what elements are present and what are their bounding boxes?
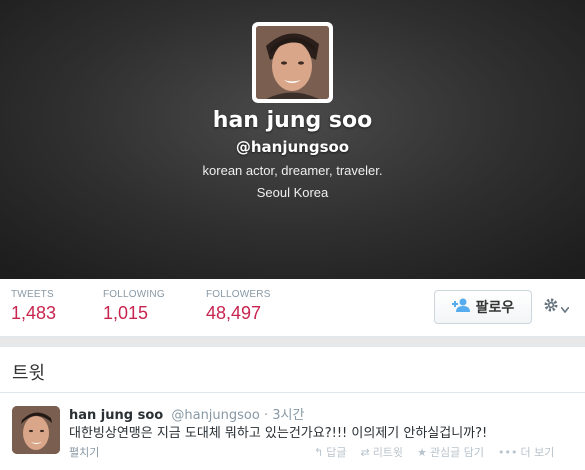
profile-handle[interactable]: @hanjungsoo xyxy=(0,138,585,156)
settings-dropdown[interactable] xyxy=(543,296,575,318)
stat-following-label: FOLLOWING xyxy=(103,289,165,300)
profile-header: han jung soo @hanjungsoo korean actor, d… xyxy=(0,0,585,279)
stat-following-value: 1,015 xyxy=(103,303,149,323)
profile-bio: korean actor, dreamer, traveler. xyxy=(202,163,383,178)
star-icon: ★ xyxy=(417,445,427,459)
more-label: 더 보기 xyxy=(520,446,555,459)
tweet-actions: ↰ 답글 ⇄ 리트윗 ★ 관심글 담기 ••• 더 보기 xyxy=(314,444,554,460)
retweet-action[interactable]: ⇄ 리트윗 xyxy=(360,444,403,460)
avatar-photo xyxy=(256,26,329,99)
reply-icon: ↰ xyxy=(314,445,324,459)
stat-tweets-value: 1,483 xyxy=(11,303,57,323)
stat-tweets-label: TWEETS xyxy=(11,289,54,300)
favorite-label: 관심글 담기 xyxy=(429,446,485,459)
chevron-down-icon xyxy=(560,298,570,317)
stat-followers-label: FOLLOWERS xyxy=(206,289,271,300)
stat-following[interactable]: FOLLOWING 1,015 xyxy=(103,289,165,324)
more-action[interactable]: ••• 더 보기 xyxy=(498,444,554,460)
stat-followers[interactable]: FOLLOWERS 48,497 xyxy=(206,289,271,324)
reply-label: 답글 xyxy=(326,446,347,459)
tweet-author[interactable]: han jung soo @hanjungsoo · 3시간 xyxy=(69,404,304,423)
stat-tweets[interactable]: TWEETS 1,483 xyxy=(11,289,56,324)
tweet-item[interactable]: han jung soo @hanjungsoo · 3시간 대한빙상연맹은 지… xyxy=(0,346,585,469)
profile-name: han jung soo xyxy=(212,108,373,133)
retweet-icon: ⇄ xyxy=(360,445,370,459)
tweet-author-handle: @hanjungsoo xyxy=(171,408,260,423)
gear-icon xyxy=(543,297,559,317)
add-user-icon xyxy=(451,298,470,316)
tweet-timestamp[interactable]: · 3시간 xyxy=(264,408,304,423)
follow-button-label: 팔로우 xyxy=(475,300,515,316)
follow-button[interactable]: 팔로우 xyxy=(434,290,532,324)
tweet-author-name: han jung soo xyxy=(69,408,164,423)
profile-avatar[interactable] xyxy=(252,22,333,103)
more-icon: ••• xyxy=(498,445,518,459)
stat-followers-value: 48,497 xyxy=(206,303,262,323)
tweet-expand-link[interactable]: 펼치기 xyxy=(69,444,99,460)
profile-location: Seoul Korea xyxy=(256,185,329,200)
tweet-text: 대한빙상연맹은 지금 도대체 뭐하고 있는건가요?!!! 이의제기 안하실겁니까… xyxy=(69,426,488,441)
tweet-avatar[interactable] xyxy=(12,406,60,454)
retweet-label: 리트윗 xyxy=(372,446,404,459)
reply-action[interactable]: ↰ 답글 xyxy=(314,444,346,460)
favorite-action[interactable]: ★ 관심글 담기 xyxy=(417,444,484,460)
